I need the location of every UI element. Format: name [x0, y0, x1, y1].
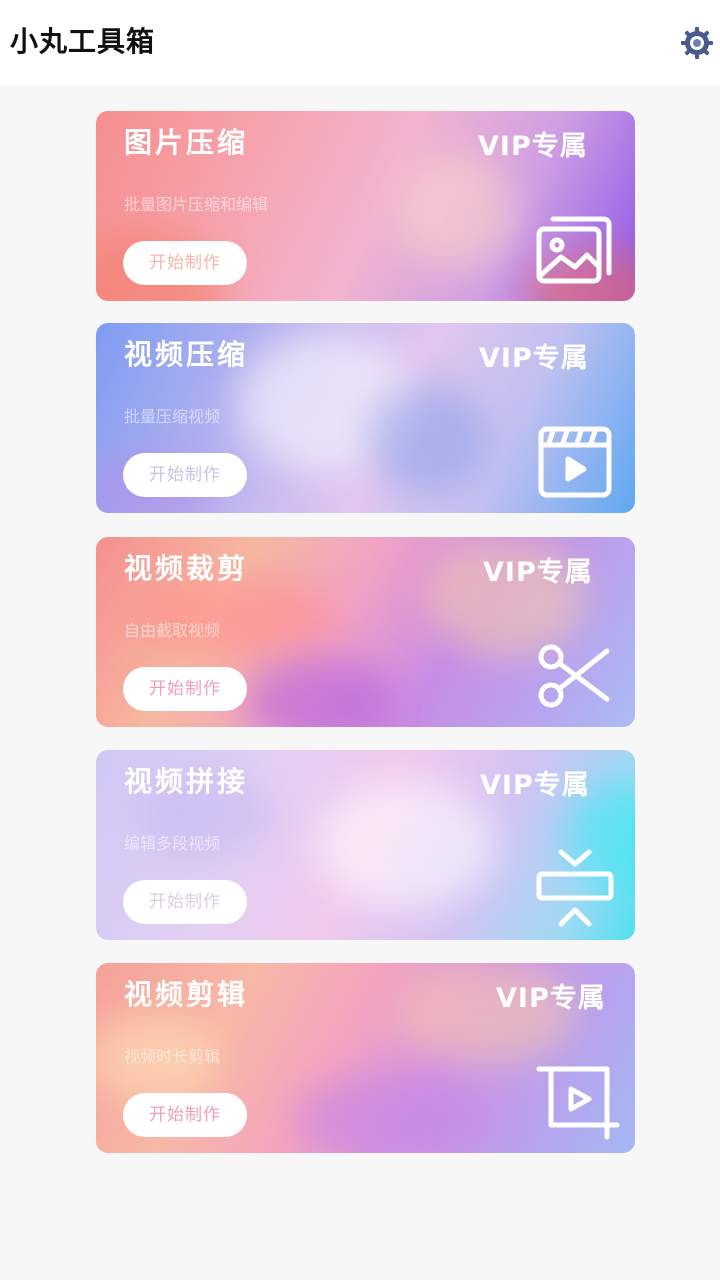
- scissors-icon: [535, 635, 615, 715]
- app-title: 小丸工具箱: [10, 25, 156, 58]
- start-button[interactable]: 开始制作: [123, 241, 247, 285]
- card-description: 批量压缩视频: [124, 407, 221, 426]
- card-title: 视频裁剪: [124, 552, 249, 585]
- app-header: 小丸工具箱: [0, 0, 720, 86]
- card-title: 视频剪辑: [124, 978, 249, 1011]
- video-edit-card[interactable]: 视频剪辑 VIP专属 视频时长剪辑 开始制作: [96, 963, 635, 1153]
- card-description: 编辑多段视频: [124, 834, 221, 853]
- vip-badge: VIP专属: [478, 131, 588, 162]
- image-stack-icon: [535, 209, 615, 289]
- vip-badge: VIP专属: [496, 983, 606, 1014]
- video-merge-card[interactable]: 视频拼接 VIP专属 编辑多段视频 开始制作: [96, 750, 635, 940]
- clapperboard-icon: [535, 421, 615, 501]
- vip-badge: VIP专属: [479, 343, 589, 374]
- start-button[interactable]: 开始制作: [123, 880, 247, 924]
- card-description: 自由截取视频: [124, 621, 221, 640]
- start-button[interactable]: 开始制作: [123, 667, 247, 711]
- card-title: 图片压缩: [124, 126, 249, 159]
- crop-play-icon: [535, 1059, 621, 1145]
- card-title: 视频压缩: [124, 338, 249, 371]
- start-button[interactable]: 开始制作: [123, 1093, 247, 1137]
- vip-badge: VIP专属: [480, 770, 590, 801]
- start-button[interactable]: 开始制作: [123, 453, 247, 497]
- merge-icon: [535, 848, 615, 928]
- card-description: 批量图片压缩和编辑: [124, 195, 269, 214]
- video-trim-card[interactable]: 视频裁剪 VIP专属 自由截取视频 开始制作: [96, 537, 635, 727]
- card-description: 视频时长剪辑: [124, 1047, 221, 1066]
- video-compress-card[interactable]: 视频压缩 VIP专属 批量压缩视频 开始制作: [96, 323, 635, 513]
- gear-icon[interactable]: [680, 26, 714, 60]
- vip-badge: VIP专属: [483, 557, 593, 588]
- card-title: 视频拼接: [124, 765, 249, 798]
- image-compress-card[interactable]: 图片压缩 VIP专属 批量图片压缩和编辑 开始制作: [96, 111, 635, 301]
